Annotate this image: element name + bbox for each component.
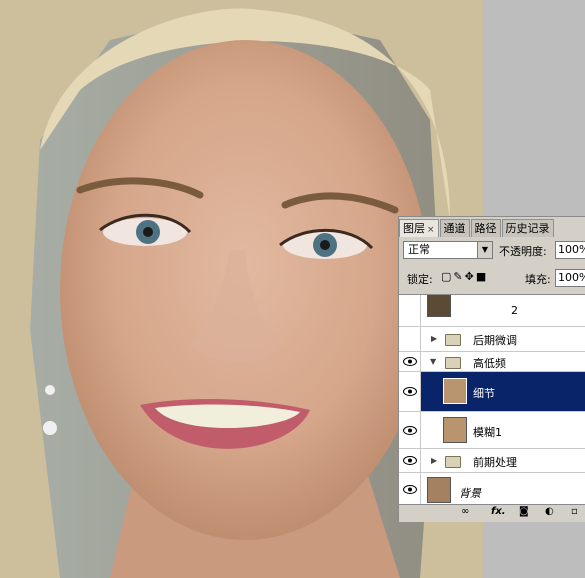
layer-name: 细节 bbox=[473, 387, 495, 400]
layer-thumbnail bbox=[427, 295, 451, 317]
lock-transparency-icon[interactable]: ▢ bbox=[441, 270, 453, 283]
expand-arrow-icon[interactable]: ▶ bbox=[431, 334, 437, 343]
layer-name: 背景 bbox=[459, 487, 481, 500]
layer-row[interactable]: 模糊1 bbox=[399, 412, 585, 449]
group-row[interactable]: ▶ 前期处理 bbox=[399, 449, 585, 473]
tab-channels[interactable]: 通道 bbox=[439, 219, 470, 237]
layer-thumbnail bbox=[443, 378, 467, 404]
link-icon[interactable]: ∞ bbox=[461, 506, 469, 517]
chevron-down-icon[interactable]: ▼ bbox=[477, 242, 492, 258]
new-layer-icon[interactable]: ▫ bbox=[571, 506, 578, 517]
layer-row[interactable]: 背景 bbox=[399, 473, 585, 507]
panel-tabs: 图层 × 通道 路径 历史记录 bbox=[399, 219, 585, 237]
panel-bottom-bar: ∞ fx. ◙ ◐ ▫ bbox=[399, 504, 585, 522]
eye-icon bbox=[403, 426, 417, 435]
group-name: 高低频 bbox=[473, 357, 506, 370]
opacity-label: 不透明度: bbox=[499, 245, 547, 258]
eye-icon bbox=[403, 357, 417, 366]
fill-label: 填充: bbox=[525, 273, 551, 286]
layer-name: 模糊1 bbox=[473, 426, 502, 439]
layer-row[interactable]: 2 bbox=[399, 295, 585, 327]
visibility-toggle[interactable] bbox=[399, 372, 421, 411]
lock-position-icon[interactable]: ✥ bbox=[465, 270, 476, 283]
layer-row-selected[interactable]: 细节 bbox=[399, 372, 585, 412]
visibility-toggle[interactable] bbox=[399, 295, 421, 326]
group-row[interactable]: ▶ 后期微调 bbox=[399, 327, 585, 352]
layers-panel: 图层× 通道 路径 历史记录 正常 ▼ 不透明度: 100% 锁定: ▢✎✥■ … bbox=[398, 216, 585, 522]
eye-icon bbox=[403, 456, 417, 465]
group-row[interactable]: ▼ 高低频 bbox=[399, 352, 585, 372]
eye-icon bbox=[403, 485, 417, 494]
visibility-toggle[interactable] bbox=[399, 449, 421, 472]
blend-mode-select[interactable]: 正常 ▼ bbox=[403, 241, 493, 259]
folder-icon bbox=[445, 456, 461, 468]
layer-name: 2 bbox=[511, 304, 518, 317]
group-name: 后期微调 bbox=[473, 334, 517, 347]
group-name: 前期处理 bbox=[473, 456, 517, 469]
tab-layers[interactable]: 图层 × bbox=[399, 219, 439, 237]
visibility-toggle[interactable] bbox=[399, 352, 421, 371]
layer-thumbnail bbox=[427, 477, 451, 503]
folder-icon bbox=[445, 357, 461, 369]
visibility-toggle[interactable] bbox=[399, 412, 421, 448]
visibility-toggle[interactable] bbox=[399, 327, 421, 351]
fill-field[interactable]: 100% bbox=[555, 269, 585, 287]
fx-icon[interactable]: fx. bbox=[491, 506, 506, 517]
adjustment-icon[interactable]: ◐ bbox=[545, 506, 554, 517]
tab-history[interactable]: 历史记录 bbox=[501, 219, 554, 237]
expand-arrow-icon[interactable]: ▶ bbox=[431, 456, 437, 465]
layers-list: 2 ▶ 后期微调 ▼ 高低频 细节 模糊1 ▶ 前期处理 背景 bbox=[399, 294, 585, 507]
layer-thumbnail bbox=[443, 417, 467, 443]
close-icon[interactable]: × bbox=[427, 225, 435, 235]
collapse-arrow-icon[interactable]: ▼ bbox=[430, 357, 436, 366]
lock-all-icon[interactable]: ■ bbox=[476, 270, 488, 283]
opacity-field[interactable]: 100% bbox=[555, 241, 585, 259]
lock-label: 锁定: bbox=[407, 273, 433, 286]
folder-icon bbox=[445, 334, 461, 346]
tab-paths[interactable]: 路径 bbox=[470, 219, 501, 237]
mask-icon[interactable]: ◙ bbox=[519, 506, 529, 517]
eye-icon bbox=[403, 387, 417, 396]
visibility-toggle[interactable] bbox=[399, 473, 421, 506]
lock-pixels-icon[interactable]: ✎ bbox=[453, 270, 464, 283]
